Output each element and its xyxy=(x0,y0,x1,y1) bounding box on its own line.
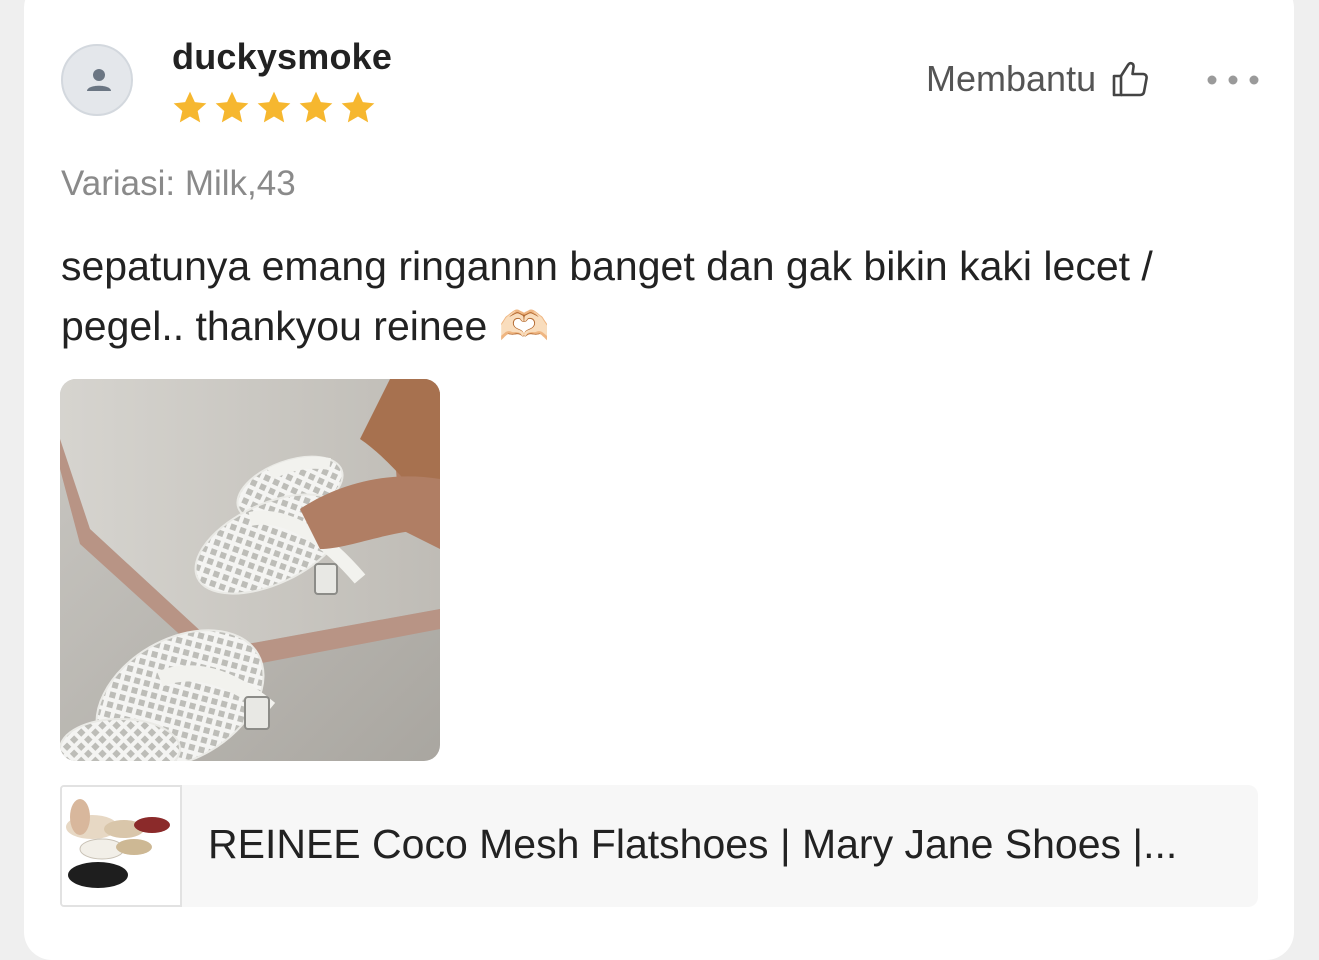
star-icon xyxy=(215,91,249,123)
avatar[interactable] xyxy=(61,44,133,116)
product-thumbnail-image xyxy=(62,787,180,905)
review-text: sepatunya emang ringannn banget dan gak … xyxy=(61,236,1261,356)
star-icon xyxy=(257,91,291,123)
review-photo[interactable] xyxy=(60,379,440,761)
product-name: REINEE Coco Mesh Flatshoes | Mary Jane S… xyxy=(208,821,1178,867)
product-link-card[interactable]: REINEE Coco Mesh Flatshoes | Mary Jane S… xyxy=(60,785,1258,907)
star-rating xyxy=(170,88,378,128)
more-dots-icon[interactable] xyxy=(1203,68,1263,92)
thumbs-up-icon xyxy=(1112,61,1148,97)
review-body: sepatunya emang ringannn banget dan gak … xyxy=(61,243,1153,349)
variation-label: Variasi: Milk,43 xyxy=(61,164,296,203)
helpful-button[interactable]: Membantu xyxy=(926,58,1150,100)
heart-hands-emoji: 🫶🏻 xyxy=(498,302,550,350)
product-thumbnail xyxy=(60,785,182,907)
user-placeholder-icon xyxy=(87,69,111,91)
helpful-label: Membantu xyxy=(926,58,1097,99)
star-icon xyxy=(341,91,375,123)
reviewer-username[interactable]: duckysmoke xyxy=(172,36,392,78)
star-icon xyxy=(173,91,207,123)
star-icon xyxy=(299,91,333,123)
review-photo-image xyxy=(60,379,440,761)
